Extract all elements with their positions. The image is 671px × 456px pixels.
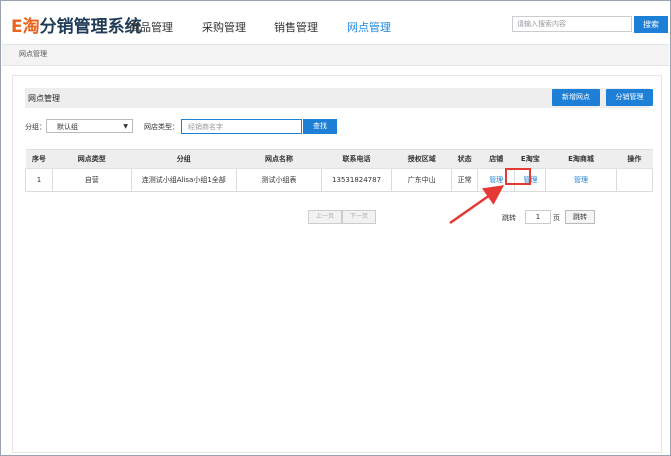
search-button[interactable]: 搜索: [634, 16, 668, 33]
app-logo: E淘分销管理系统: [11, 12, 142, 37]
main-panel: 网点管理 新增网点 分销管理 分组： 默认组 ▼ 网店类型： 经销商名字 查找 …: [12, 75, 662, 453]
panel-title: 网点管理: [28, 94, 60, 103]
table-row: 1 自营 连测试小组Alisa小组1全部 测试小组表 13531824787 广…: [25, 168, 654, 192]
dealer-name-input[interactable]: 经销商名字: [181, 119, 302, 134]
add-outlet-button[interactable]: 新增网点: [552, 89, 600, 106]
header-actions: 操作: [616, 149, 653, 169]
nav-item-purchase[interactable]: 采购管理: [202, 19, 246, 35]
emall-manage-link[interactable]: 管理: [545, 168, 617, 192]
cell-outlet-name: 测试小组表: [236, 168, 322, 192]
header-shop: 店铺: [477, 149, 515, 169]
header-phone: 联系电话: [321, 149, 392, 169]
jump-button[interactable]: 跳转: [565, 210, 595, 224]
header-outlet-type: 网点类型: [52, 149, 132, 169]
jump-label: 跳转: [502, 214, 516, 222]
outlet-table: 序号 网点类型 分组 网点名称 联系电话 授权区域 状态 店铺 E淘宝 E淘商城…: [25, 149, 654, 192]
top-bar: E淘分销管理系统 商品管理 采购管理 销售管理 网点管理 请输入搜索内容 搜索: [2, 2, 669, 45]
cell-status: 正常: [451, 168, 479, 192]
group-select[interactable]: 默认组 ▼: [46, 119, 133, 133]
cell-region: 广东中山: [391, 168, 453, 192]
app-window: E淘分销管理系统 商品管理 采购管理 销售管理 网点管理 请输入搜索内容 搜索 …: [0, 0, 671, 456]
cell-phone: 13531824787: [320, 168, 393, 192]
header-emall: E淘商城: [545, 149, 617, 169]
type-label: 网店类型：: [144, 123, 179, 131]
logo-text: 分销管理系统: [39, 17, 142, 37]
breadcrumb-item: 网点管理: [19, 50, 47, 58]
distribution-manage-button[interactable]: 分销管理: [606, 89, 653, 106]
header-etaobao: E淘宝: [514, 149, 546, 169]
group-select-value: 默认组: [57, 123, 78, 131]
search-input[interactable]: 请输入搜索内容: [512, 16, 632, 32]
prev-page-button[interactable]: 上一页: [308, 210, 342, 224]
logo-e: E淘: [11, 17, 40, 37]
cell-group: 连测试小组Alisa小组1全部: [130, 168, 238, 192]
page-unit-label: 页: [553, 214, 560, 222]
highlight-box: [505, 168, 531, 185]
header-group: 分组: [131, 149, 237, 169]
nav-item-sales[interactable]: 销售管理: [274, 19, 318, 35]
page-number-input[interactable]: 1: [525, 210, 551, 224]
header-status: 状态: [451, 149, 478, 169]
find-button[interactable]: 查找: [303, 119, 337, 134]
cell-index: 1: [25, 168, 53, 192]
nav-item-goods[interactable]: 商品管理: [129, 19, 173, 35]
header-outlet-name: 网点名称: [236, 149, 322, 169]
nav-item-outlets[interactable]: 网点管理: [347, 19, 391, 35]
cell-actions: [615, 168, 654, 192]
cell-outlet-type: 自营: [51, 168, 132, 192]
group-label: 分组：: [25, 123, 46, 131]
next-page-button[interactable]: 下一页: [342, 210, 376, 224]
header-region: 授权区域: [391, 149, 452, 169]
table-header-row: 序号 网点类型 分组 网点名称 联系电话 授权区域 状态 店铺 E淘宝 E淘商城…: [25, 149, 653, 169]
breadcrumb: 网点管理: [2, 45, 669, 66]
dropdown-arrow-icon: ▼: [123, 123, 128, 130]
header-index: 序号: [25, 149, 53, 169]
